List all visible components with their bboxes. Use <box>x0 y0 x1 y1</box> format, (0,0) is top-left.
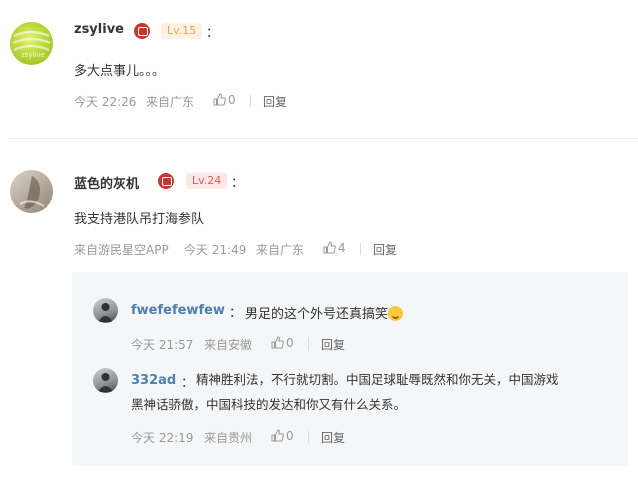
reply-text-line-1: 精神胜利法，不行就切割。中国足球耻辱既然和你无关，中国游戏 <box>196 372 559 387</box>
meta-separator <box>308 431 309 443</box>
like-count: 0 <box>228 93 236 107</box>
reply-button[interactable]: 回复 <box>321 429 345 446</box>
reply-username[interactable]: fwefefewfew <box>131 303 225 318</box>
thumbs-up-icon <box>213 93 226 106</box>
avatar[interactable] <box>93 368 118 393</box>
location: 来自广东 <box>256 243 305 257</box>
location: 来自广东 <box>146 95 195 109</box>
comment-text: 多大点事儿。。。 <box>74 64 166 79</box>
timestamp: 今天 22:19 <box>131 431 194 445</box>
reply-text-content: 男足的这个外号还真搞笑 <box>245 307 389 322</box>
thumbs-up-icon <box>271 336 284 349</box>
reply-button[interactable]: 回复 <box>373 241 397 258</box>
avatar-watermark: zsylive <box>21 51 45 59</box>
avatar-figure-icon <box>98 373 113 392</box>
comment-text: 我支持港队吊打海参队 <box>74 212 205 227</box>
like-button[interactable]: 4 <box>323 241 346 255</box>
reply-username[interactable]: 332ad <box>131 373 176 388</box>
username[interactable]: 蓝色的灰机 <box>74 173 139 192</box>
level-badge: Lv.24 <box>186 173 228 189</box>
avatar[interactable] <box>93 298 118 323</box>
timestamp: 今天 21:49 <box>184 243 247 257</box>
reply-button[interactable]: 回复 <box>321 336 345 353</box>
reply-button[interactable]: 回复 <box>263 93 287 110</box>
like-button[interactable]: 0 <box>213 93 236 107</box>
comment-divider <box>8 138 638 139</box>
meta-separator <box>308 338 309 350</box>
location: 来自贵州 <box>204 431 253 445</box>
like-count: 0 <box>286 429 294 443</box>
timestamp: 今天 22:26 <box>74 95 137 109</box>
calendar-badge-icon <box>134 23 150 39</box>
level-badge: Lv.15 <box>161 23 203 39</box>
timestamp: 今天 21:57 <box>131 338 194 352</box>
name-colon: ： <box>229 306 243 321</box>
avatar-figure-icon <box>98 303 113 322</box>
name-colon: ： <box>181 376 195 391</box>
laughing-emoji-icon <box>388 306 404 321</box>
location: 来自安徽 <box>204 338 253 352</box>
like-count: 4 <box>338 241 346 255</box>
comment-1: zsylive zsylive Lv.15 ： 多大点事儿。。。 今天 22:2… <box>0 0 638 140</box>
reply-text-line-2: 黑神话骄傲，中国科技的发达和你又有什么关系。 <box>131 397 407 412</box>
avatar-figure-icon <box>19 176 45 209</box>
meta-separator <box>250 95 251 107</box>
username[interactable]: zsylive <box>74 22 124 37</box>
source: 来自游民星空APP <box>74 243 169 257</box>
name-colon: ： <box>206 26 220 41</box>
like-button[interactable]: 0 <box>271 429 294 443</box>
name-colon: ： <box>231 176 245 191</box>
like-count: 0 <box>286 336 294 350</box>
meta-separator <box>360 243 361 255</box>
avatar[interactable] <box>10 170 53 213</box>
like-button[interactable]: 0 <box>271 336 294 350</box>
avatar[interactable]: zsylive <box>10 22 53 65</box>
reply-text: 男足的这个外号还真搞笑 <box>245 303 404 322</box>
calendar-badge-icon <box>158 173 174 189</box>
thumbs-up-icon <box>271 429 284 442</box>
thumbs-up-icon <box>323 241 336 254</box>
